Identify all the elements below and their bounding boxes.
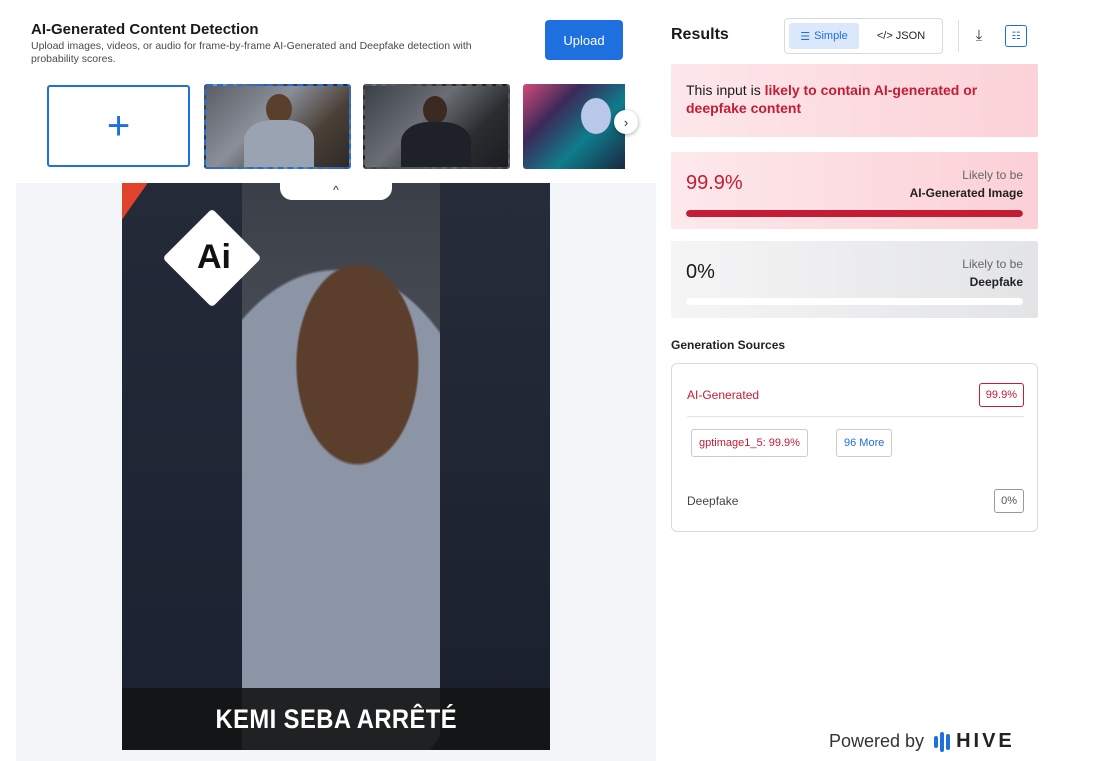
- source-score-badge: 0%: [994, 489, 1024, 513]
- source-row-deepfake: Deepfake 0%: [687, 486, 1024, 516]
- verdict-alert: This input is likely to contain AI-gener…: [671, 64, 1038, 137]
- list-icon: ☰: [800, 30, 811, 43]
- source-divider: [687, 416, 1024, 417]
- app-root: AI-Generated Content Detection Upload im…: [0, 0, 1100, 761]
- score-likely-prefix: Likely to be: [962, 168, 1023, 182]
- source-name: Deepfake: [687, 494, 739, 508]
- ai-badge-text: Ai: [197, 238, 231, 276]
- chevron-right-icon[interactable]: ›: [614, 110, 638, 134]
- score-category: Deepfake: [969, 275, 1023, 289]
- view-toggle: ☰ Simple </> JSON: [784, 18, 943, 54]
- score-progress-fill: [686, 210, 1023, 217]
- thumbnail-image: [581, 98, 611, 134]
- score-likely-prefix: Likely to be: [962, 257, 1023, 271]
- score-progress-bar: [686, 210, 1023, 217]
- score-label: Likely to be Deepfake: [962, 255, 1023, 291]
- tab-json[interactable]: </> JSON: [865, 23, 937, 49]
- tab-simple-label: Simple: [814, 30, 848, 42]
- media-thumbnail-3[interactable]: [523, 84, 625, 169]
- details-view-icon[interactable]: ☷: [1005, 25, 1027, 47]
- score-card-deepfake: 0% Likely to be Deepfake: [671, 241, 1038, 318]
- tab-simple[interactable]: ☰ Simple: [789, 23, 859, 49]
- powered-by-text: Powered by: [829, 731, 925, 751]
- source-row-ai-generated: AI-Generated 99.9%: [687, 380, 1024, 410]
- score-category: AI-Generated Image: [909, 186, 1023, 200]
- score-value: 99.9%: [686, 172, 743, 194]
- generation-sources-title: Generation Sources: [671, 338, 786, 352]
- score-value: 0%: [686, 261, 715, 283]
- score-progress-bar: [686, 298, 1023, 305]
- score-label: Likely to be AI-Generated Image: [910, 166, 1023, 202]
- upload-panel: AI-Generated Content Detection Upload im…: [0, 0, 656, 761]
- source-score-badge: 99.9%: [978, 383, 1024, 407]
- hive-logo: HIVE: [934, 730, 1015, 753]
- chevron-up-icon[interactable]: ^: [280, 180, 392, 200]
- hive-logo-icon: [934, 731, 951, 752]
- more-models-button[interactable]: 96 More: [836, 429, 893, 457]
- preview-image-region: [440, 183, 550, 750]
- upload-button[interactable]: Upload: [545, 20, 623, 60]
- model-score-chip: gptimage1_5: 99.9%: [691, 429, 808, 457]
- thumbnail-image: [423, 96, 447, 124]
- thumbnail-image-body: [401, 122, 471, 167]
- preview-caption-bar: KEMI SEBA ARRÊTÉ: [122, 688, 550, 750]
- download-icon[interactable]: ⤓: [968, 24, 990, 46]
- preview-caption: KEMI SEBA ARRÊTÉ: [215, 703, 457, 734]
- media-thumbnail-2[interactable]: [363, 84, 510, 169]
- toolbar-divider: [958, 20, 959, 52]
- generation-sources-box: AI-Generated 99.9% gptimage1_5: 99.9% 96…: [671, 363, 1038, 532]
- media-thumbnail-strip: +: [47, 84, 625, 169]
- plus-icon: +: [106, 104, 131, 148]
- tab-json-label: </> JSON: [876, 30, 926, 42]
- thumbnail-image-body: [244, 120, 314, 167]
- powered-by: Powered by HIVE: [829, 730, 1015, 753]
- results-title: Results: [671, 26, 729, 43]
- hive-wordmark: HIVE: [956, 730, 1015, 752]
- source-name: AI-Generated: [687, 388, 760, 402]
- preview-stage: Ai KEMI SEBA ARRÊTÉ ^: [16, 180, 656, 761]
- media-thumbnail-1[interactable]: [204, 84, 351, 169]
- verdict-prefix: This input is: [686, 82, 765, 98]
- preview-image: Ai KEMI SEBA ARRÊTÉ: [122, 183, 550, 750]
- score-card-ai-generated: 99.9% Likely to be AI-Generated Image: [671, 152, 1038, 229]
- results-panel: Results ☰ Simple </> JSON ⤓ ☷ This input…: [656, 0, 1100, 761]
- page-title: AI-Generated Content Detection: [31, 21, 259, 38]
- add-media-button[interactable]: +: [47, 85, 190, 167]
- page-subtitle: Upload images, videos, or audio for fram…: [31, 40, 472, 65]
